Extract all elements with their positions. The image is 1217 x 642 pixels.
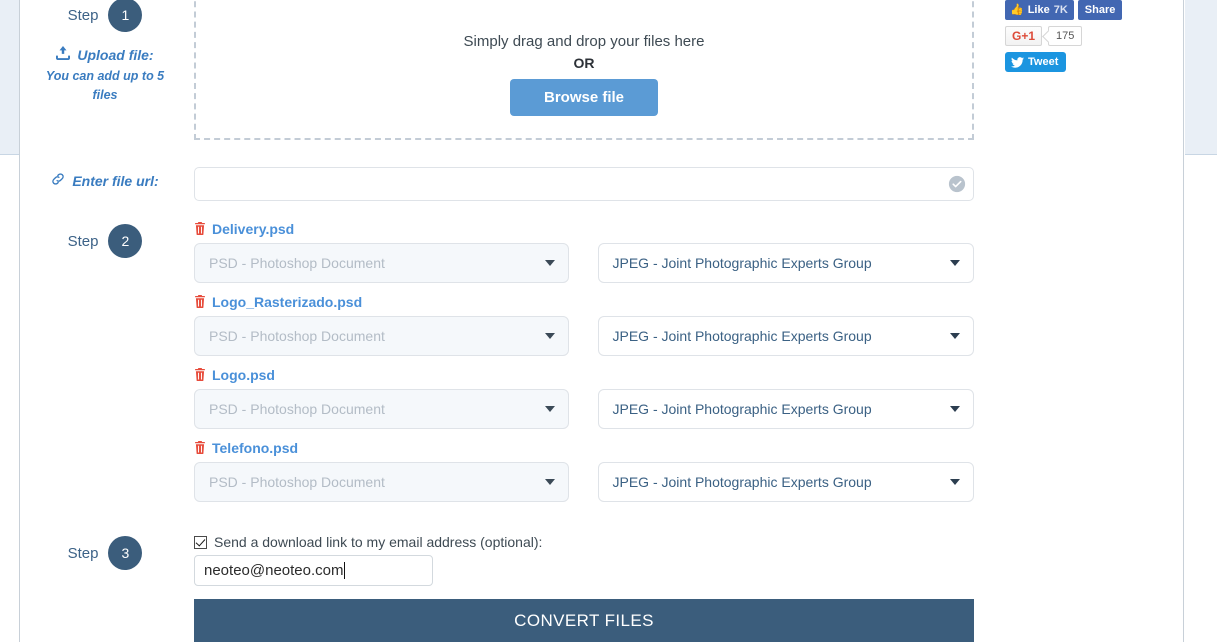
- chevron-down-icon: [950, 260, 960, 266]
- target-format-select[interactable]: JPEG - Joint Photographic Experts Group: [597, 243, 974, 283]
- google-plus-row: G+1 175: [1005, 26, 1125, 46]
- text-cursor: [343, 562, 345, 579]
- email-address-value: neoteo@neoteo.com: [204, 562, 344, 579]
- twitter-bird-icon: [1011, 56, 1024, 68]
- file-url-input[interactable]: [194, 167, 974, 201]
- file-name-row: Telefono.psd: [194, 440, 974, 456]
- facebook-like-count: 7K: [1053, 4, 1068, 16]
- step-2-header: Step 2: [20, 224, 190, 258]
- target-format-value: JPEG - Joint Photographic Experts Group: [612, 474, 872, 490]
- enter-file-url-text: Enter file url:: [72, 172, 159, 189]
- enter-file-url-label: Enter file url:: [20, 172, 190, 189]
- trash-icon[interactable]: [194, 440, 206, 456]
- dropzone-or-text: OR: [573, 55, 595, 71]
- file-name-row: Logo.psd: [194, 367, 974, 383]
- thumbs-up-icon: 👍: [1010, 4, 1024, 16]
- target-format-select[interactable]: JPEG - Joint Photographic Experts Group: [597, 316, 974, 356]
- target-format-value: JPEG - Joint Photographic Experts Group: [612, 401, 872, 417]
- chevron-down-icon: [544, 406, 555, 412]
- target-format-select[interactable]: JPEG - Joint Photographic Experts Group: [597, 389, 974, 429]
- trash-icon[interactable]: [194, 367, 206, 383]
- upload-file-sublabel: You can add up to 5 files: [45, 69, 165, 102]
- trash-icon[interactable]: [194, 294, 206, 310]
- source-format-value: PSD - Photoshop Document: [209, 401, 385, 417]
- step-1-word: Step: [67, 6, 99, 24]
- file-row: Logo_Rasterizado.psd PSD - Photoshop Doc…: [194, 294, 974, 356]
- format-selects: PSD - Photoshop Document JPEG - Joint Ph…: [194, 389, 974, 429]
- target-format-value: JPEG - Joint Photographic Experts Group: [612, 255, 872, 271]
- chevron-down-icon: [544, 260, 555, 266]
- facebook-like-label: Like: [1027, 4, 1050, 16]
- source-format-select: PSD - Photoshop Document: [194, 462, 569, 502]
- step-2-word: Step: [67, 232, 99, 250]
- file-name-row: Logo_Rasterizado.psd: [194, 294, 974, 310]
- target-format-value: JPEG - Joint Photographic Experts Group: [612, 328, 872, 344]
- source-format-value: PSD - Photoshop Document: [209, 328, 385, 344]
- file-row: Telefono.psd PSD - Photoshop Document JP…: [194, 440, 974, 502]
- google-plus-count: 175: [1048, 26, 1083, 46]
- chevron-down-icon: [950, 479, 960, 485]
- step-3-column: Step 3: [20, 536, 190, 570]
- target-format-select[interactable]: JPEG - Joint Photographic Experts Group: [597, 462, 974, 502]
- email-address-input[interactable]: neoteo@neoteo.com: [194, 555, 433, 586]
- email-checkbox-row[interactable]: Send a download link to my email address…: [194, 534, 542, 550]
- upload-file-label: Upload file:: [20, 46, 190, 63]
- source-format-value: PSD - Photoshop Document: [209, 474, 385, 490]
- dropzone-instruction: Simply drag and drop your files here: [463, 33, 705, 50]
- chevron-down-icon: [544, 479, 555, 485]
- file-name-text: Telefono.psd: [212, 440, 299, 456]
- format-selects: PSD - Photoshop Document JPEG - Joint Ph…: [194, 316, 974, 356]
- source-format-value: PSD - Photoshop Document: [209, 255, 385, 271]
- step-1-column: Step 1 Upload file: You can add up to 5 …: [20, 0, 190, 105]
- file-name-text: Logo.psd: [212, 367, 275, 383]
- file-url-field-wrap: [194, 167, 974, 201]
- browse-file-button[interactable]: Browse file: [509, 79, 659, 116]
- upload-file-text: Upload file:: [77, 46, 154, 63]
- source-format-select: PSD - Photoshop Document: [194, 316, 569, 356]
- content-border-right: [1183, 0, 1184, 642]
- email-notify-checkbox[interactable]: [194, 535, 207, 549]
- gutter-left-edge: [0, 154, 19, 155]
- step-3-word: Step: [67, 544, 99, 562]
- format-selects: PSD - Photoshop Document JPEG - Joint Ph…: [194, 243, 974, 283]
- chevron-down-icon: [950, 333, 960, 339]
- file-name-row: Delivery.psd: [194, 221, 974, 237]
- step-2-column: Step 2: [20, 224, 190, 258]
- page-gutter-right: [1185, 0, 1217, 155]
- gutter-right-edge: [1185, 154, 1217, 155]
- facebook-like-button[interactable]: 👍 Like 7K: [1005, 0, 1074, 20]
- page-root: 👍 Like 7K Share G+1 175 Tweet Step 1 Upl…: [0, 0, 1217, 642]
- facebook-row: 👍 Like 7K Share: [1005, 0, 1125, 20]
- source-format-select: PSD - Photoshop Document: [194, 243, 569, 283]
- upload-icon: [56, 46, 71, 63]
- file-name-text: Delivery.psd: [212, 221, 295, 237]
- step-1-header: Step 1: [20, 0, 190, 32]
- source-format-select: PSD - Photoshop Document: [194, 389, 569, 429]
- twitter-tweet-button[interactable]: Tweet: [1005, 52, 1067, 72]
- file-row: Delivery.psd PSD - Photoshop Document JP…: [194, 221, 974, 283]
- file-name-text: Logo_Rasterizado.psd: [212, 294, 363, 310]
- email-checkbox-label: Send a download link to my email address…: [214, 534, 543, 550]
- format-selects: PSD - Photoshop Document JPEG - Joint Ph…: [194, 462, 974, 502]
- link-icon: [51, 172, 65, 189]
- step-3-header: Step 3: [20, 536, 190, 570]
- trash-icon[interactable]: [194, 221, 206, 237]
- step-2-badge: 2: [108, 224, 143, 258]
- twitter-row: Tweet: [1005, 52, 1125, 72]
- file-row: Logo.psd PSD - Photoshop Document JPEG -…: [194, 367, 974, 429]
- google-plus-one-button[interactable]: G+1: [1005, 26, 1043, 46]
- twitter-tweet-label: Tweet: [1028, 56, 1059, 68]
- chevron-down-icon: [950, 406, 960, 412]
- chevron-down-icon: [544, 333, 555, 339]
- page-gutter-left: [0, 0, 19, 155]
- step-1-badge: 1: [108, 0, 143, 32]
- social-share-widgets: 👍 Like 7K Share G+1 175 Tweet: [1005, 0, 1125, 78]
- step-3-badge: 3: [108, 536, 143, 570]
- convert-files-button[interactable]: CONVERT FILES: [194, 599, 974, 642]
- facebook-share-button[interactable]: Share: [1077, 0, 1123, 20]
- check-circle-icon: [948, 175, 966, 193]
- file-dropzone[interactable]: Simply drag and drop your files here OR …: [194, 0, 974, 140]
